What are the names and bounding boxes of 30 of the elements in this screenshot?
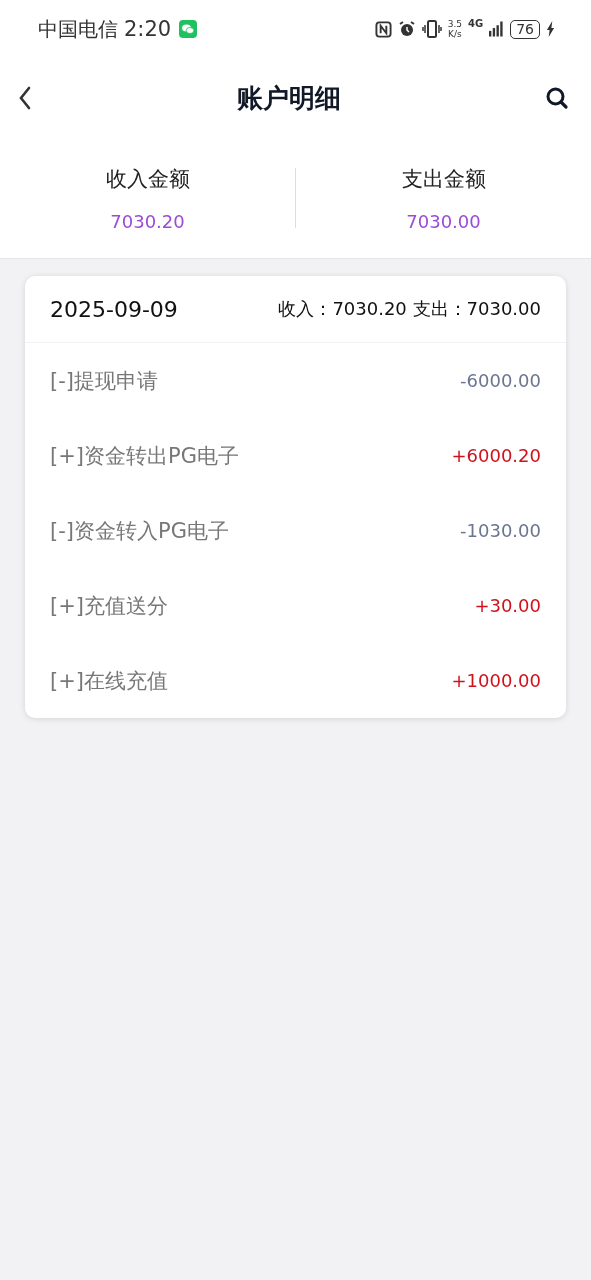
summary-label: 支出金额 — [401, 165, 486, 193]
transaction-label: [+]在线充值 — [50, 667, 168, 695]
vibrate-icon — [421, 20, 442, 38]
net-speed: 3.5 — [447, 19, 462, 29]
transaction-label: [+]资金转出PG电子 — [50, 442, 239, 470]
network-type: 4G — [468, 18, 484, 29]
carrier: 中国电信 — [38, 15, 118, 43]
signal-icon — [489, 21, 505, 37]
page-title: 账户明细 — [236, 81, 341, 115]
summary-amount: 7030.00 — [406, 210, 481, 232]
nfc-icon — [374, 20, 392, 38]
clock: 2:20 — [124, 17, 172, 41]
battery-level: 76 — [510, 19, 540, 39]
summary-label: 收入金额 — [105, 165, 190, 193]
transaction-amount: +6000.20 — [451, 445, 541, 466]
transaction-amount: -6000.00 — [460, 370, 541, 391]
transaction-amount: +30.00 — [474, 595, 541, 616]
net-speed-unit: K/s — [448, 29, 462, 39]
transaction-amount: +1000.00 — [451, 670, 541, 691]
transaction-label: [-]资金转入PG电子 — [50, 517, 229, 545]
chat-app-icon — [179, 20, 198, 38]
alarm-icon — [397, 20, 416, 38]
summary-amount: 7030.20 — [110, 210, 185, 232]
transaction-label: [-]提现申请 — [50, 367, 158, 395]
charging-icon — [546, 20, 555, 38]
transaction-label: [+]充值送分 — [50, 592, 168, 620]
transaction-amount: -1030.00 — [460, 520, 541, 541]
date: 2025-09-09 — [50, 296, 178, 322]
day-income: 收入：7030.20 — [278, 298, 407, 319]
day-expense: 支出：7030.00 — [412, 298, 541, 319]
